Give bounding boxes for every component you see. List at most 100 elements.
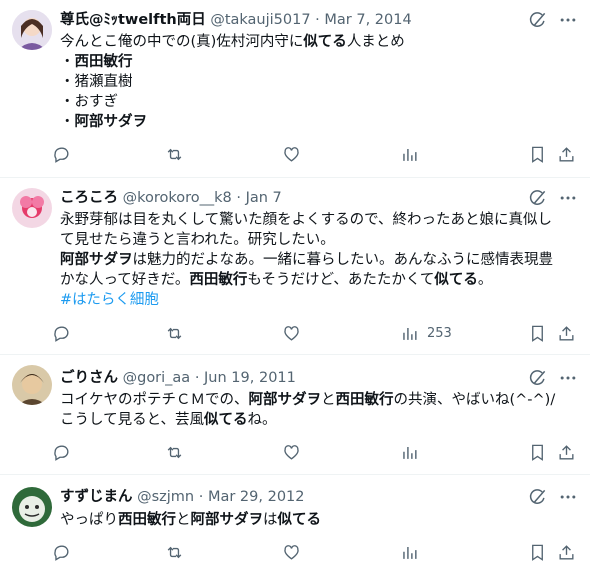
views-count: 253 xyxy=(427,325,452,341)
display-name[interactable]: ごりさん xyxy=(60,370,118,386)
avatar[interactable] xyxy=(12,365,52,405)
highlighted-term: 似てる xyxy=(277,512,322,528)
timestamp[interactable]: Jan 7 xyxy=(246,190,282,206)
tweet-text-line: 今んとこ俺の中での(真)佐村河内守に似てる人まとめ xyxy=(60,32,576,52)
share-icon[interactable] xyxy=(557,541,576,563)
views-icon[interactable] xyxy=(400,441,427,463)
text-segment: は xyxy=(263,512,278,528)
bookmark-icon[interactable] xyxy=(528,541,547,563)
text-segment: 永野芽郁は目を丸くして驚いた顔をよくするので、終わったあと娘に真似し xyxy=(60,212,552,228)
highlighted-term: 似てる xyxy=(434,272,478,288)
handle[interactable]: @szjmn xyxy=(137,489,194,505)
bookmark-icon[interactable] xyxy=(528,322,547,344)
like-icon[interactable] xyxy=(282,541,301,563)
highlighted-term: 似てる xyxy=(203,412,248,428)
text-segment: もそうだけど、あたたかくて xyxy=(247,272,435,288)
tweet[interactable]: ごりさん @gori_aa · Jun 19, 2011 コイケヤのポテチＣＭで… xyxy=(0,355,590,475)
more-icon[interactable] xyxy=(558,188,578,208)
views-icon[interactable] xyxy=(400,541,427,563)
reply-icon[interactable] xyxy=(52,541,71,563)
tweet-text-line: やっぱり西田敏行と阿部サダヲは似てる xyxy=(60,510,576,530)
text-segment: ・ xyxy=(60,54,75,70)
bookmark-icon[interactable] xyxy=(528,143,547,165)
display-name[interactable]: すずじまん xyxy=(60,489,133,505)
highlighted-term: 阿部サダヲ xyxy=(190,512,264,528)
text-segment: と xyxy=(321,392,336,408)
views-icon[interactable] xyxy=(400,143,427,165)
handle[interactable]: @takauji5017 xyxy=(210,12,310,28)
grok-icon[interactable] xyxy=(528,368,548,388)
tweet[interactable]: すずじまん @szjmn · Mar 29, 2012 やっぱり西田敏行と阿部サ… xyxy=(0,475,590,567)
tweet-text: 永野芽郁は目を丸くして驚いた顔をよくするので、終わったあと娘に真似し て見せたら違… xyxy=(60,210,576,310)
timestamp[interactable]: Jun 19, 2011 xyxy=(204,370,296,386)
repost-icon[interactable] xyxy=(165,441,184,463)
tweet-text-line: て見せたら違うと言われた。研究したい。 xyxy=(60,230,576,250)
tweet-text: 今んとこ俺の中での(真)佐村河内守に似てる人まとめ ・西田敏行 ・猪瀬直樹 ・おすぎ・… xyxy=(60,32,576,132)
action-bar xyxy=(52,537,582,567)
highlighted-term: 西田敏行 xyxy=(335,392,394,408)
text-segment: ・猪瀬直樹 xyxy=(60,74,133,90)
avatar[interactable] xyxy=(12,10,52,50)
like-icon[interactable] xyxy=(282,143,301,165)
timestamp[interactable]: Mar 29, 2012 xyxy=(208,489,305,505)
text-segment: は魅力的だよなあ。一緒に暮らしたい。あんなふうに感情表現豊 xyxy=(132,252,554,268)
text-segment: 。 xyxy=(477,272,493,288)
text-segment: 人まとめ xyxy=(346,34,405,50)
handle[interactable]: @gori_aa xyxy=(123,370,191,386)
text-segment: て見せたら違うと言われた。研究したい。 xyxy=(60,232,335,248)
display-name[interactable]: 尊氏@ﾐｯtwelfth両日 xyxy=(60,12,206,28)
avatar[interactable] xyxy=(12,188,52,228)
share-icon[interactable] xyxy=(557,143,576,165)
more-icon[interactable] xyxy=(558,10,578,30)
grok-icon[interactable] xyxy=(528,10,548,30)
share-icon[interactable] xyxy=(557,322,576,344)
text-segment: と xyxy=(176,512,191,528)
like-icon[interactable] xyxy=(282,322,301,344)
repost-icon[interactable] xyxy=(165,541,184,563)
separator: · xyxy=(236,190,241,206)
tweet-text-line: ・猪瀬直樹 xyxy=(60,72,576,92)
tweet-text-line: こうして見ると、芸風似てるね。 xyxy=(60,410,576,430)
bookmark-icon[interactable] xyxy=(528,441,547,463)
repost-icon[interactable] xyxy=(165,143,184,165)
hashtag-link[interactable]: #はたらく細胞 xyxy=(60,292,159,308)
text-segment: 今んとこ俺の中での(真)佐村河内守に xyxy=(60,34,304,50)
separator: · xyxy=(194,370,200,386)
highlighted-term: 西田敏行 xyxy=(74,54,133,70)
tweet-text-line: ・西田敏行 xyxy=(60,52,576,72)
reply-icon[interactable] xyxy=(52,322,71,344)
grok-icon[interactable] xyxy=(528,487,548,507)
handle[interactable]: @korokoro__k8 xyxy=(123,190,232,206)
action-bar: 253 xyxy=(52,318,582,348)
display-name[interactable]: ころころ xyxy=(60,190,118,206)
tweet-text-line: ・阿部サダヲ xyxy=(60,112,576,132)
tweet-text-line: 永野芽郁は目を丸くして驚いた顔をよくするので、終わったあと娘に真似し xyxy=(60,210,576,230)
tweet-text-line: #はたらく細胞 xyxy=(60,290,576,310)
text-segment: やっぱり xyxy=(60,512,118,528)
share-icon[interactable] xyxy=(557,441,576,463)
views-icon[interactable]: 253 xyxy=(400,322,452,344)
highlighted-term: 西田敏行 xyxy=(118,512,176,528)
text-segment: の共演、やばいね(^-^)/ xyxy=(393,392,556,408)
more-icon[interactable] xyxy=(558,368,578,388)
avatar[interactable] xyxy=(12,487,52,527)
like-icon[interactable] xyxy=(282,441,301,463)
action-bar xyxy=(52,437,582,467)
timestamp[interactable]: Mar 7, 2014 xyxy=(324,12,411,28)
tweet-text-line: コイケヤのポテチＣＭでの、阿部サダヲと西田敏行の共演、やばいね(^-^)/ xyxy=(60,390,576,410)
reply-icon[interactable] xyxy=(52,441,71,463)
highlighted-term: 阿部サダヲ xyxy=(248,392,322,408)
reply-icon[interactable] xyxy=(52,143,71,165)
repost-icon[interactable] xyxy=(165,322,184,344)
highlighted-term: 西田敏行 xyxy=(189,272,248,288)
grok-icon[interactable] xyxy=(528,188,548,208)
tweet[interactable]: 尊氏@ﾐｯtwelfth両日 @takauji5017 · Mar 7, 201… xyxy=(0,0,590,178)
text-segment: ・おすぎ xyxy=(60,94,118,110)
text-segment: こうして見ると、芸風 xyxy=(60,412,204,428)
text-segment: かな人って好きだ。 xyxy=(60,272,190,288)
separator: · xyxy=(198,489,204,505)
tweet[interactable]: ころころ @korokoro__k8 · Jan 7 永野芽郁は目を丸くして驚い… xyxy=(0,178,590,355)
more-icon[interactable] xyxy=(558,487,578,507)
tweet-text: コイケヤのポテチＣＭでの、阿部サダヲと西田敏行の共演、やばいね(^-^)/こうし… xyxy=(60,390,576,430)
separator: · xyxy=(315,12,320,28)
